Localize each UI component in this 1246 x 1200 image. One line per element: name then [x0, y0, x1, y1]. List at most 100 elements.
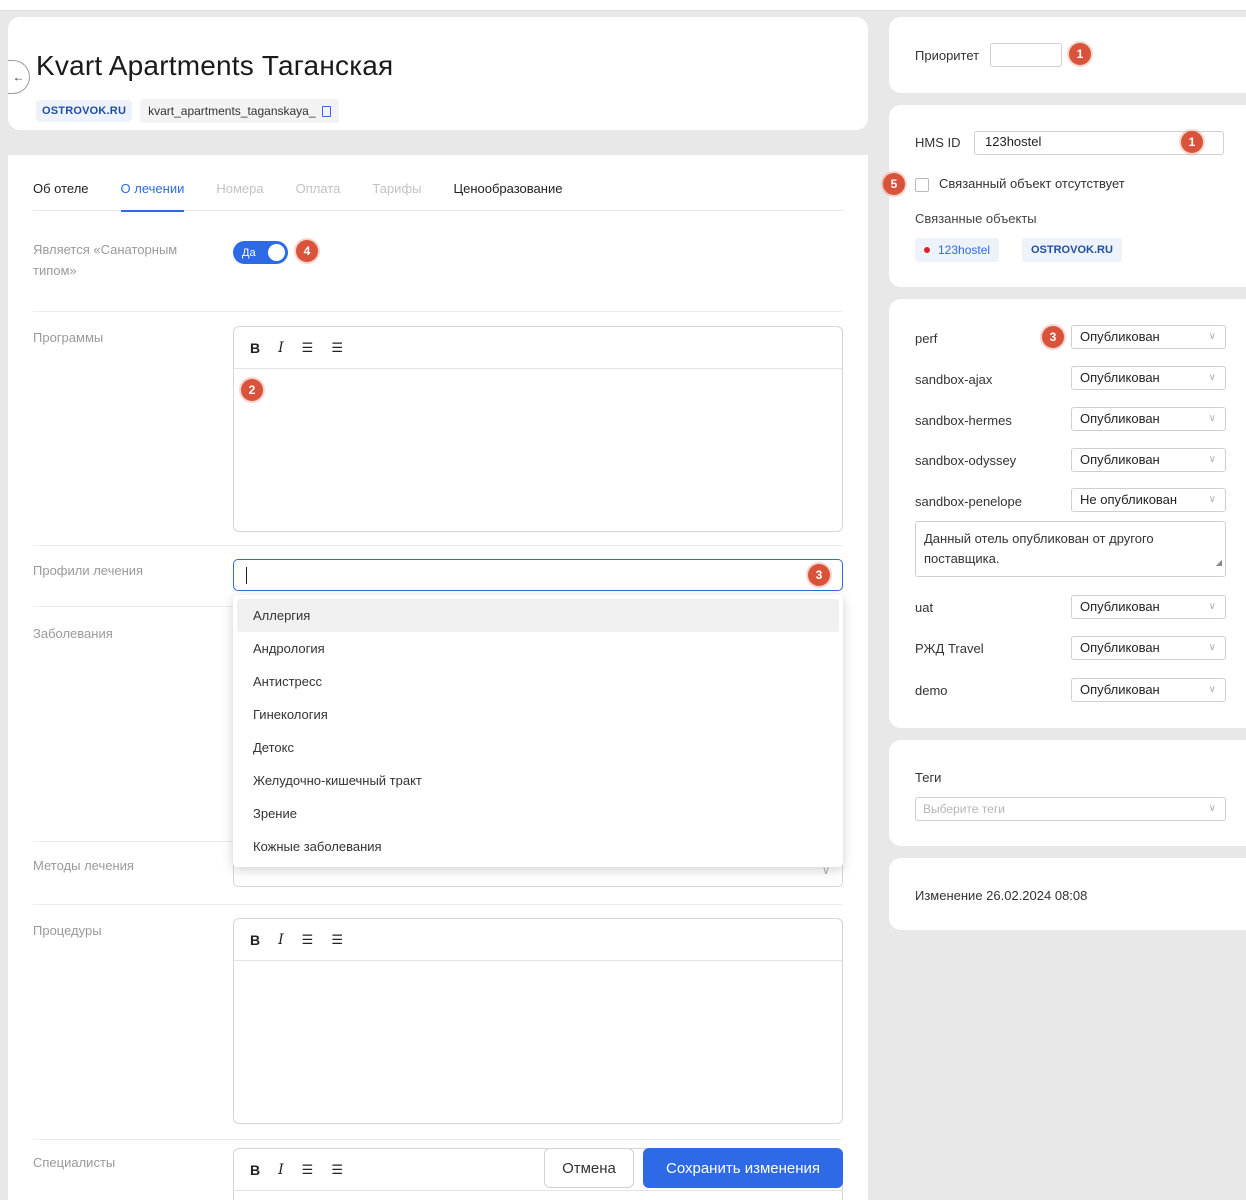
- dropdown-option[interactable]: Андрология: [237, 632, 839, 665]
- dropdown-option[interactable]: Желудочно-кишечный тракт: [237, 764, 839, 797]
- bullet-list-icon[interactable]: ☰: [302, 1162, 314, 1178]
- hotel-slug: kvart_apartments_taganskaya_: [148, 104, 316, 118]
- numbered-list-icon[interactable]: ☰: [331, 1162, 343, 1178]
- env-label: sandbox-hermes: [915, 413, 1012, 428]
- publish-status-select[interactable]: Опубликован ∨: [1071, 325, 1226, 349]
- methods-label: Методы лечения: [33, 858, 134, 873]
- tags-card: Теги Выберите теги ∨: [889, 740, 1246, 846]
- env-label: sandbox-ajax: [915, 372, 993, 387]
- env-label: sandbox-odyssey: [915, 453, 1017, 468]
- publish-status-select[interactable]: Опубликован ∨: [1071, 448, 1226, 472]
- tab-about-hotel[interactable]: Об отеле: [33, 177, 89, 211]
- annotation-marker-4: 4: [296, 240, 318, 262]
- text-caret: [246, 567, 247, 584]
- hotel-header: ← Kvart Apartments Таганская OSTROVOK.RU…: [8, 17, 868, 130]
- tab-rooms[interactable]: Номера: [216, 177, 263, 211]
- tab-pricing[interactable]: Ценообразование: [453, 177, 562, 211]
- dropdown-option[interactable]: Антистресс: [237, 665, 839, 698]
- copy-icon[interactable]: [321, 105, 331, 117]
- publish-status-select[interactable]: Не опубликован ∨: [1071, 488, 1226, 512]
- tags-placeholder: Выберите теги: [923, 802, 1005, 816]
- sanatorium-toggle[interactable]: Да: [233, 241, 288, 264]
- source-row: OSTROVOK.RU kvart_apartments_taganskaya_: [36, 99, 339, 123]
- row-divider: [33, 545, 843, 546]
- tags-label: Теги: [915, 770, 942, 785]
- programs-toolbar: B I ☰ ☰: [234, 327, 842, 369]
- annotation-marker-3: 3: [1042, 326, 1064, 348]
- dropdown-option[interactable]: Зрение: [237, 797, 839, 830]
- back-arrow-icon: ←: [12, 70, 25, 84]
- bold-button[interactable]: B: [250, 1162, 260, 1178]
- linked-object-source-badge: OSTROVOK.RU: [1022, 238, 1122, 262]
- dropdown-option[interactable]: Кожные заболевания: [237, 830, 839, 863]
- chevron-down-icon: ∨: [1208, 494, 1216, 505]
- linked-object-chip[interactable]: 123hostel: [915, 238, 1000, 262]
- italic-button[interactable]: I: [278, 932, 284, 948]
- italic-button[interactable]: I: [278, 340, 284, 356]
- env-label: uat: [915, 600, 934, 615]
- publish-status-value: Не опубликован: [1080, 492, 1178, 507]
- bold-button[interactable]: B: [250, 932, 260, 948]
- tab-rates[interactable]: Тарифы: [372, 177, 421, 211]
- env-label: demo: [915, 683, 948, 698]
- publish-status-select[interactable]: Опубликован ∨: [1071, 366, 1226, 390]
- tab-payment[interactable]: Оплата: [296, 177, 341, 211]
- profiles-dropdown: Аллергия Андрология Антистресс Гинеколог…: [233, 595, 843, 867]
- bullet-list-icon[interactable]: ☰: [302, 340, 314, 356]
- chevron-down-icon: ∨: [1208, 372, 1216, 383]
- linked-object-name: 123hostel: [938, 243, 991, 257]
- procedures-editor[interactable]: B I ☰ ☰: [233, 918, 843, 1124]
- last-change-label: Изменение 26.02.2024 08:08: [915, 888, 1088, 903]
- dropdown-option[interactable]: Аллергия: [237, 599, 839, 632]
- dropdown-option[interactable]: Детокс: [237, 731, 839, 764]
- tags-select[interactable]: Выберите теги ∨: [915, 797, 1226, 821]
- bullet-list-icon[interactable]: ☰: [302, 932, 314, 948]
- no-linked-object-label: Связанный объект отсутствует: [939, 176, 1125, 191]
- chevron-down-icon: ∨: [1208, 601, 1216, 612]
- priority-input[interactable]: [990, 43, 1062, 67]
- publish-status-value: Опубликован: [1080, 452, 1160, 467]
- priority-label: Приоритет: [915, 48, 980, 63]
- bold-button[interactable]: B: [250, 340, 260, 356]
- save-button[interactable]: Сохранить изменения: [643, 1148, 843, 1188]
- programs-label: Программы: [33, 330, 104, 345]
- hms-id-label: HMS ID: [915, 135, 961, 150]
- publish-status-select[interactable]: Опубликован ∨: [1071, 636, 1226, 660]
- row-divider: [33, 1139, 843, 1140]
- toggle-knob: [268, 244, 285, 261]
- tab-treatment[interactable]: О лечении: [120, 177, 184, 212]
- penelope-note-textarea[interactable]: Данный отель опубликован от другого пост…: [915, 521, 1226, 577]
- programs-editor[interactable]: B I ☰ ☰: [233, 326, 843, 532]
- chevron-down-icon: ∨: [1208, 331, 1216, 342]
- publish-status-value: Опубликован: [1080, 411, 1160, 426]
- chevron-down-icon: ∨: [1208, 642, 1216, 653]
- publish-status-select[interactable]: Опубликован ∨: [1071, 678, 1226, 702]
- publish-status-value: Опубликован: [1080, 682, 1160, 697]
- status-dot: [924, 247, 930, 253]
- priority-card: Приоритет 1: [889, 17, 1246, 93]
- publish-status-select[interactable]: Опубликован ∨: [1071, 407, 1226, 431]
- profiles-search-input[interactable]: [233, 559, 843, 591]
- publish-status-value: Опубликован: [1080, 640, 1160, 655]
- tab-bar: Об отеле О лечении Номера Оплата Тарифы …: [33, 177, 843, 212]
- chevron-down-icon: ∨: [1208, 454, 1216, 465]
- no-linked-object-checkbox[interactable]: [915, 178, 929, 192]
- numbered-list-icon[interactable]: ☰: [331, 932, 343, 948]
- resize-handle-icon[interactable]: ◢: [1216, 553, 1222, 573]
- publish-status-value: Опубликован: [1080, 599, 1160, 614]
- back-button[interactable]: ←: [8, 60, 30, 94]
- env-label: perf: [915, 331, 938, 346]
- linked-objects-label: Связанные объекты: [915, 211, 1037, 226]
- diseases-label: Заболевания: [33, 626, 113, 641]
- chevron-down-icon: ∨: [1208, 684, 1216, 695]
- italic-button[interactable]: I: [278, 1162, 284, 1178]
- cancel-button[interactable]: Отмена: [544, 1148, 634, 1188]
- hotel-slug-chip: kvart_apartments_taganskaya_: [140, 99, 339, 123]
- change-info-card: Изменение 26.02.2024 08:08: [889, 858, 1246, 930]
- dropdown-option[interactable]: Гинекология: [237, 698, 839, 731]
- numbered-list-icon[interactable]: ☰: [331, 340, 343, 356]
- page-title: Kvart Apartments Таганская: [36, 50, 394, 81]
- main-form-card: Об отеле О лечении Номера Оплата Тарифы …: [8, 155, 868, 1200]
- profiles-label: Профили лечения: [33, 563, 144, 578]
- publish-status-select[interactable]: Опубликован ∨: [1071, 595, 1226, 619]
